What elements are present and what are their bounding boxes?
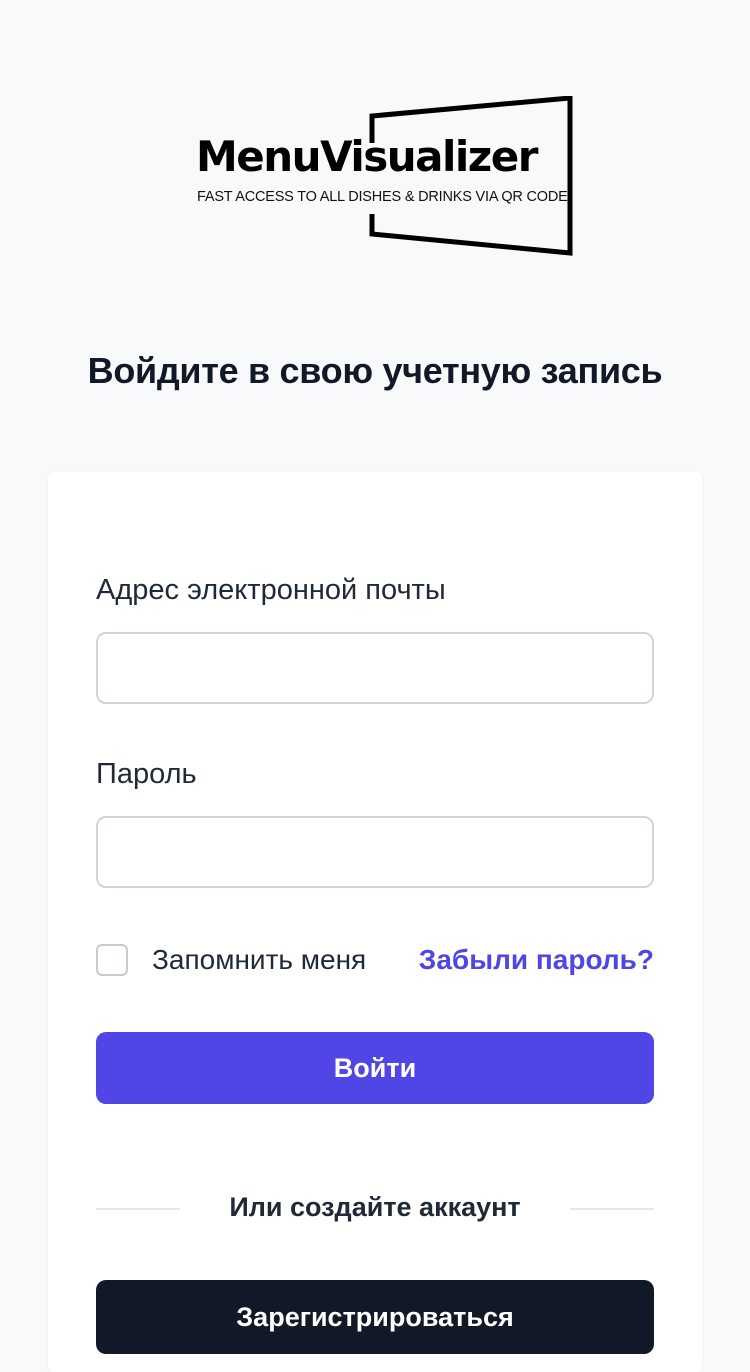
remember-me-label[interactable]: Запомнить меня bbox=[152, 944, 366, 976]
remember-me-checkbox[interactable] bbox=[96, 944, 128, 976]
email-input[interactable] bbox=[96, 632, 654, 704]
email-label: Адрес электронной почты bbox=[96, 574, 446, 606]
password-input[interactable] bbox=[96, 816, 654, 888]
forgot-password-link[interactable]: Забыли пароль? bbox=[419, 944, 654, 976]
page-title: Войдите в свою учетную запись bbox=[87, 350, 663, 391]
login-button[interactable]: Войти bbox=[96, 1032, 654, 1104]
password-label: Пароль bbox=[96, 758, 197, 790]
divider-line-right bbox=[570, 1208, 654, 1210]
app-logo: MenuVisualizer FAST ACCESS TO ALL DISHES… bbox=[196, 96, 576, 256]
register-button[interactable]: Зарегистрироваться bbox=[96, 1280, 654, 1354]
logo-tagline: FAST ACCESS TO ALL DISHES & DRINKS VIA Q… bbox=[197, 189, 568, 205]
login-card: Адрес электронной почты Пароль Запомнить… bbox=[48, 472, 702, 1372]
logo-name: MenuVisualizer bbox=[196, 132, 538, 181]
